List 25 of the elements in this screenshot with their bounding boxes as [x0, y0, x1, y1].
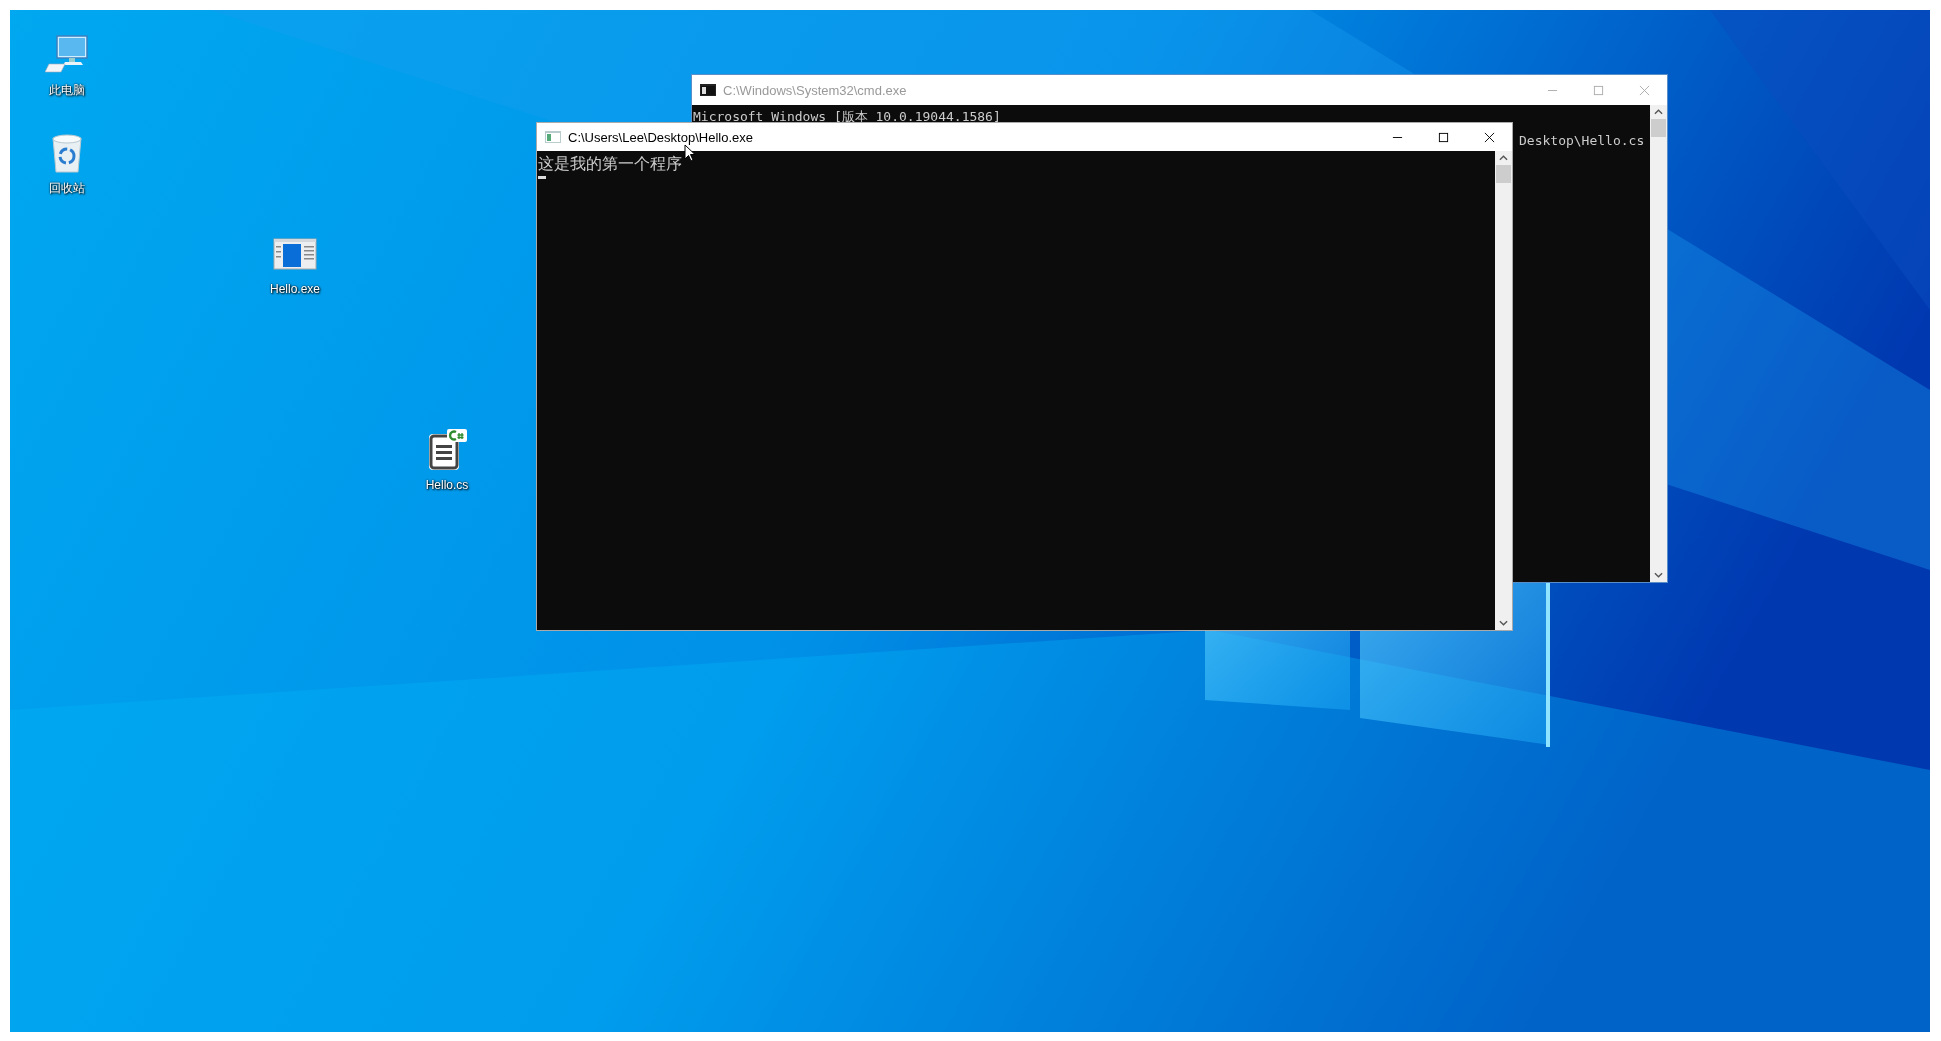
- console-icon: [700, 84, 716, 96]
- scroll-thumb[interactable]: [1496, 165, 1511, 183]
- scroll-down-icon[interactable]: [1499, 620, 1508, 626]
- scroll-thumb[interactable]: [1651, 119, 1666, 137]
- scrollbar[interactable]: [1495, 151, 1512, 630]
- close-icon: [1638, 84, 1650, 96]
- window-title: C:\Users\Lee\Desktop\Hello.exe: [568, 129, 753, 145]
- scroll-up-icon[interactable]: [1499, 155, 1508, 161]
- icon-label: Hello.cs: [425, 478, 469, 492]
- maximize-icon: [1437, 131, 1449, 143]
- icon-label: 回收站: [49, 180, 85, 197]
- icon-label: 此电脑: [49, 82, 85, 99]
- icon-label: Hello.exe: [270, 282, 320, 296]
- maximize-icon: [1592, 84, 1604, 96]
- scroll-up-icon[interactable]: [1654, 109, 1663, 115]
- window-title: C:\Windows\System32\cmd.exe: [723, 82, 907, 98]
- console-icon: [545, 131, 561, 143]
- console-line: Microsoft Windows [版本 10.0.19044.1586]: [693, 108, 1002, 126]
- console-line: 这是我的第一个程序: [538, 153, 683, 175]
- close-icon: [1483, 131, 1495, 143]
- text-cursor: [538, 176, 546, 179]
- scrollbar[interactable]: [1650, 105, 1667, 582]
- scroll-down-icon[interactable]: [1654, 572, 1663, 578]
- console-line: Desktop\Hello.cs: [1519, 132, 1645, 150]
- computer-icon[interactable]: [45, 32, 89, 76]
